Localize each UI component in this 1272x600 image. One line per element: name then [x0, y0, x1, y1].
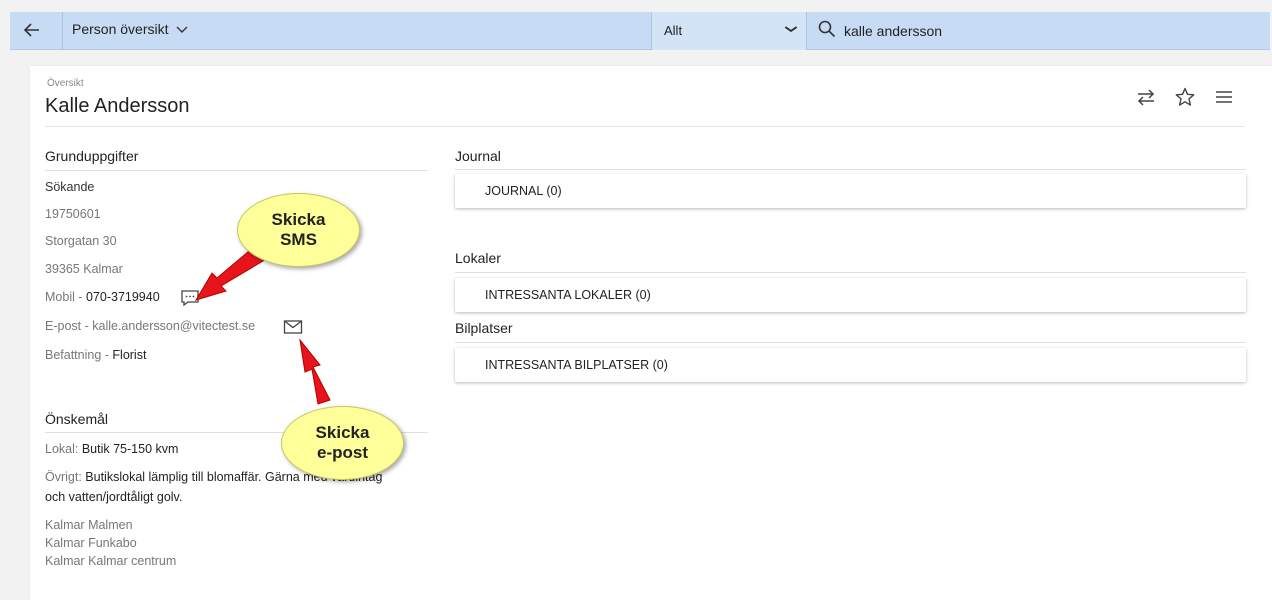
divider	[45, 170, 428, 171]
sms-callout-line1: Skicka	[271, 210, 326, 229]
search-icon	[818, 20, 836, 41]
ovrigt-label: Övrigt:	[45, 470, 86, 484]
chevron-down-icon	[176, 21, 188, 37]
header-actions	[1135, 86, 1235, 108]
person-position: Befattning - Florist	[45, 348, 146, 362]
position-label: Befattning -	[45, 348, 113, 362]
top-bar: Person översikt Allt kalle andersson	[10, 12, 1270, 50]
breadcrumb: Översikt	[47, 78, 84, 89]
lokaler-panel[interactable]: INTRESSANTA LOKALER (0)	[455, 278, 1246, 312]
divider	[62, 12, 63, 50]
person-mobile: Mobil - 070-3719940	[45, 290, 160, 304]
area-item: Kalmar Malmen	[45, 518, 133, 532]
area-item: Kalmar Kalmar centrum	[45, 554, 177, 568]
journal-panel[interactable]: JOURNAL (0)	[455, 174, 1246, 208]
email-label: E-post -	[45, 319, 93, 333]
divider	[455, 272, 1246, 273]
search-input[interactable]: kalle andersson	[844, 23, 942, 39]
person-role: Sökande	[45, 180, 95, 194]
position-value: Florist	[112, 348, 147, 362]
email-callout-line2: e-post	[317, 443, 368, 462]
search-scope-select[interactable]: Allt	[651, 12, 807, 50]
page-view-label: Person översikt	[72, 21, 169, 37]
email-value: kalle.andersson@vitectest.se	[92, 319, 256, 333]
divider	[455, 169, 1246, 170]
email-callout: Skicka e-post	[281, 406, 404, 480]
search-field[interactable]: kalle andersson	[818, 20, 942, 41]
send-email-icon[interactable]	[283, 319, 303, 340]
sms-callout-line2: SMS	[280, 230, 317, 249]
send-sms-icon[interactable]	[180, 289, 200, 312]
person-city: 39365 Kalmar	[45, 262, 123, 276]
section-title-onskemal: Önskemål	[45, 411, 109, 427]
lokal-label: Lokal:	[45, 442, 82, 456]
swap-icon[interactable]	[1135, 86, 1157, 108]
star-icon[interactable]	[1174, 86, 1196, 108]
chevron-down-icon	[784, 23, 798, 35]
divider	[45, 126, 1245, 127]
mobile-label: Mobil -	[45, 290, 86, 304]
overview-card: Översikt Kalle Andersson Grunduppgifter …	[30, 66, 1272, 600]
bilplatser-panel[interactable]: INTRESSANTA BILPLATSER (0)	[455, 348, 1246, 382]
sms-callout: Skicka SMS	[237, 193, 360, 267]
page-title: Kalle Andersson	[45, 95, 190, 117]
mobile-value: 070-3719940	[85, 290, 160, 304]
search-scope-value: Allt	[664, 23, 683, 38]
section-title-bilplatser: Bilplatser	[455, 320, 513, 336]
person-birthdate: 19750601	[45, 207, 101, 221]
page-view-dropdown[interactable]: Person översikt	[72, 21, 188, 37]
area-item: Kalmar Funkabo	[45, 536, 137, 550]
wish-ovrigt-cont: och vatten/jordtåligt golv.	[45, 490, 183, 504]
wish-lokal: Lokal: Butik 75-150 kvm	[45, 442, 178, 456]
section-title-journal: Journal	[455, 148, 501, 164]
person-email: E-post - kalle.andersson@vitectest.se	[45, 319, 255, 333]
section-title-grunduppgifter: Grunduppgifter	[45, 148, 139, 164]
divider	[455, 342, 1246, 343]
menu-icon[interactable]	[1213, 86, 1235, 108]
arrow-left-icon[interactable]	[22, 20, 42, 40]
section-title-lokaler: Lokaler	[455, 250, 501, 266]
email-callout-line1: Skicka	[315, 423, 370, 442]
lokal-value: Butik 75-150 kvm	[81, 442, 179, 456]
person-street: Storgatan 30	[45, 234, 117, 248]
